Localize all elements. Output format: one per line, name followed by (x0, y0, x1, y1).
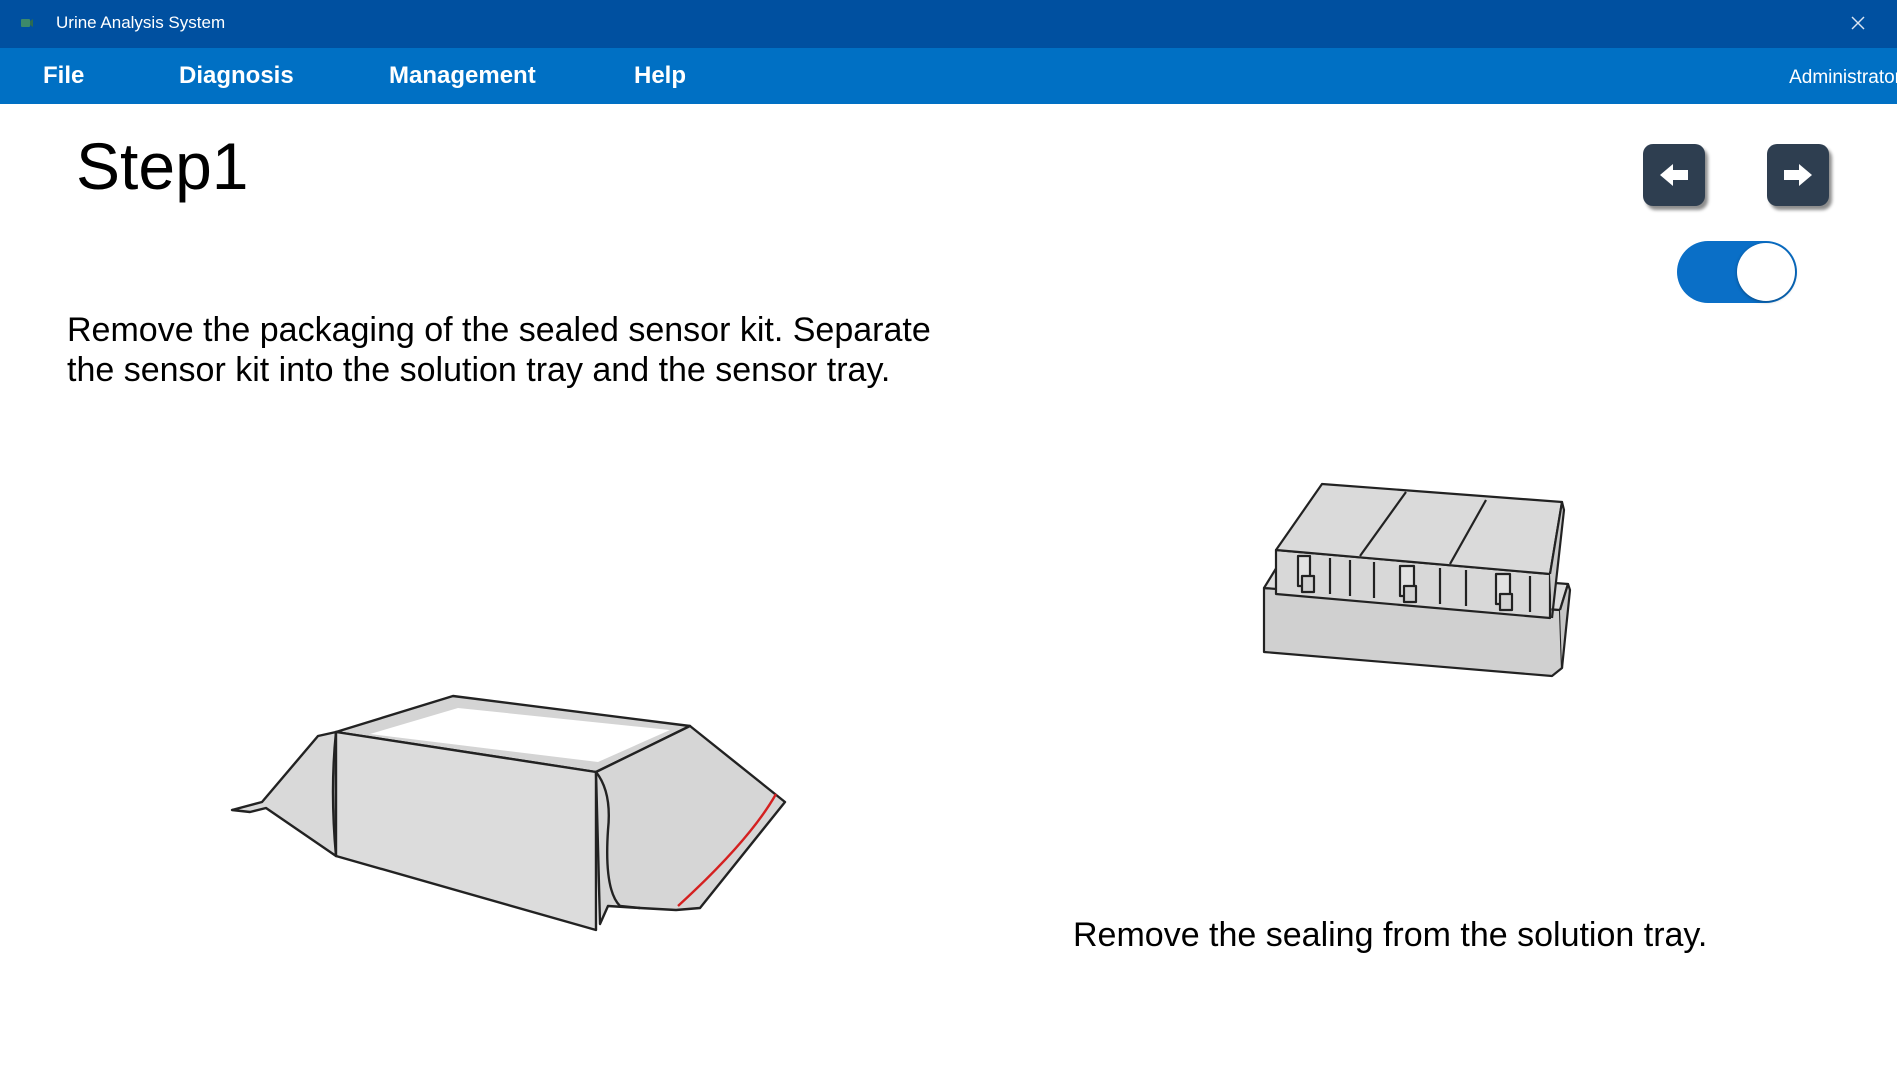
window-title: Urine Analysis System (56, 13, 226, 32)
menu-diagnosis[interactable]: Diagnosis (179, 62, 294, 90)
menu-bar: File Diagnosis Management Help Administr… (0, 48, 1897, 104)
user-menu[interactable]: Administrator (1789, 67, 1897, 89)
close-icon (1851, 16, 1865, 30)
solution-tray-illustration (1262, 482, 1572, 678)
step-title: Step1 (76, 129, 249, 203)
menu-management[interactable]: Management (389, 62, 536, 90)
app-icon (21, 19, 33, 27)
app-window: Urine Analysis System File Diagnosis Man… (0, 0, 1897, 1076)
step-instruction: Remove the packaging of the sealed senso… (67, 311, 931, 389)
close-button[interactable] (1845, 10, 1871, 36)
menu-help[interactable]: Help (634, 62, 686, 90)
arrow-left-icon (1660, 164, 1688, 186)
step-caption-right: Remove the sealing from the solution tra… (1073, 916, 1708, 954)
menu-file[interactable]: File (43, 62, 84, 90)
toggle-knob (1737, 243, 1795, 301)
next-step-button[interactable] (1767, 144, 1829, 206)
arrow-right-icon (1784, 164, 1812, 186)
sealed-sensor-kit-illustration (230, 694, 787, 932)
previous-step-button[interactable] (1643, 144, 1705, 206)
view-toggle[interactable] (1677, 241, 1797, 303)
title-bar: Urine Analysis System (0, 0, 1897, 48)
